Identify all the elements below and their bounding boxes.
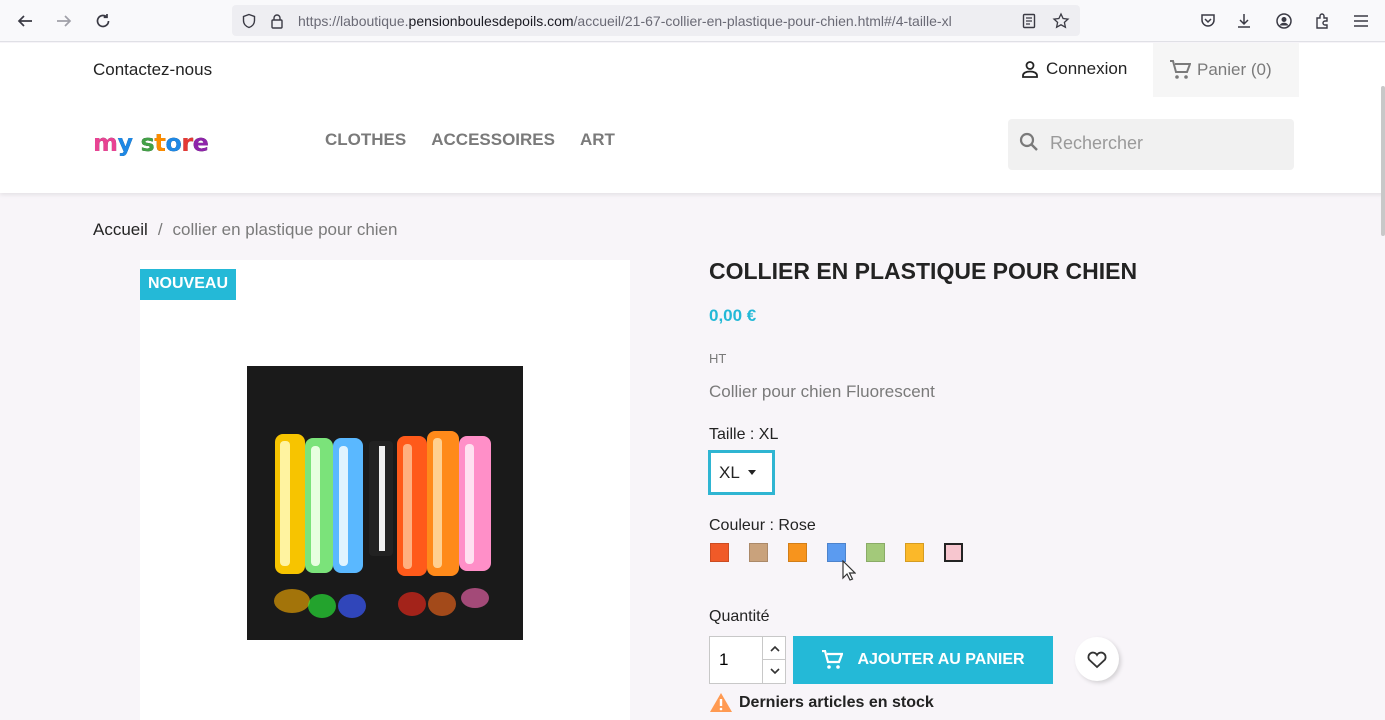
quantity-stepper: [709, 636, 786, 684]
reader-view-icon[interactable]: [1020, 12, 1038, 30]
color-swatch[interactable]: [905, 543, 924, 562]
store-header: Contactez-nous Connexion Panier (0) my s…: [0, 43, 1385, 236]
bookmark-star-icon[interactable]: [1052, 12, 1070, 30]
product-image[interactable]: [247, 366, 523, 640]
contact-link[interactable]: Contactez-nous: [93, 60, 212, 80]
cart-button[interactable]: Panier (0): [1153, 43, 1299, 97]
back-icon[interactable]: [13, 9, 37, 33]
color-swatches: [710, 543, 963, 562]
add-to-cart-button[interactable]: AJOUTER AU PANIER: [793, 636, 1053, 684]
menu-item-accessoires[interactable]: ACCESSOIRES: [431, 130, 555, 150]
warning-icon: [710, 693, 732, 712]
logo-letter: r: [181, 129, 193, 157]
caret-down-icon: [747, 470, 756, 475]
account-icon[interactable]: [1272, 9, 1296, 33]
logo-letter: t: [154, 129, 166, 157]
cart-icon: [822, 650, 844, 669]
color-swatch[interactable]: [944, 543, 963, 562]
stock-notice-text: Derniers articles en stock: [739, 693, 934, 711]
quantity-increase-button[interactable]: [762, 637, 786, 660]
logo-letter: y: [117, 129, 134, 157]
extensions-icon[interactable]: [1310, 9, 1334, 33]
login-link[interactable]: Connexion: [1020, 59, 1127, 79]
download-icon[interactable]: [1232, 9, 1256, 33]
logo-letter: s: [140, 129, 155, 157]
logo-letter: o: [165, 129, 182, 157]
stock-notice: Derniers articles en stock: [709, 692, 934, 713]
size-select[interactable]: XL: [708, 450, 775, 495]
menu-item-art[interactable]: ART: [580, 130, 615, 150]
quantity-input[interactable]: [710, 637, 762, 683]
menu-item-clothes[interactable]: CLOTHES: [325, 130, 406, 150]
color-swatch[interactable]: [749, 543, 768, 562]
breadcrumb: Accueil / collier en plastique pour chie…: [93, 220, 397, 240]
main-menu: CLOTHES ACCESSOIRES ART: [325, 130, 615, 150]
mouse-cursor-icon: [842, 559, 857, 587]
heart-icon: [1087, 651, 1107, 669]
logo-letter: m: [93, 129, 118, 157]
forward-icon[interactable]: [52, 9, 76, 33]
tax-label: HT: [709, 351, 727, 366]
quantity-label: Quantité: [709, 608, 770, 625]
product-description: Collier pour chien Fluorescent: [709, 382, 935, 401]
lock-icon[interactable]: [268, 12, 286, 30]
store-logo[interactable]: my store: [93, 129, 209, 157]
color-label: Couleur : Rose: [709, 517, 816, 534]
chevron-up-icon: [769, 645, 780, 652]
size-label: Taille : XL: [709, 426, 779, 443]
color-swatch[interactable]: [710, 543, 729, 562]
cart-icon: [1170, 60, 1191, 79]
quantity-decrease-button[interactable]: [762, 660, 786, 683]
logo-letter: e: [192, 129, 209, 157]
reload-icon[interactable]: [91, 9, 115, 33]
breadcrumb-current: collier en plastique pour chien: [172, 220, 398, 239]
search-box: [1008, 119, 1294, 170]
browser-toolbar: https://laboutique.pensionboulesdepoils.…: [0, 0, 1385, 42]
color-swatch[interactable]: [788, 543, 807, 562]
shield-icon[interactable]: [240, 12, 258, 30]
search-input[interactable]: [1050, 133, 1280, 154]
search-icon[interactable]: [1018, 131, 1040, 153]
cart-label: Panier (0): [1197, 60, 1272, 79]
logo-letter: [133, 129, 141, 157]
breadcrumb-home[interactable]: Accueil: [93, 220, 148, 240]
url-text[interactable]: https://laboutique.pensionboulesdepoils.…: [298, 13, 1018, 29]
address-bar[interactable]: https://laboutique.pensionboulesdepoils.…: [232, 5, 1080, 36]
login-label: Connexion: [1046, 59, 1128, 78]
menu-icon[interactable]: [1349, 9, 1373, 33]
chevron-down-icon: [769, 668, 780, 675]
product-title: COLLIER EN PLASTIQUE POUR CHIEN: [709, 258, 1138, 284]
page-scrollbar[interactable]: [1381, 86, 1385, 236]
user-icon: [1022, 61, 1038, 78]
product-price: 0,00 €: [709, 306, 757, 325]
add-to-cart-label: AJOUTER AU PANIER: [857, 651, 1025, 668]
color-swatch[interactable]: [866, 543, 885, 562]
pocket-icon[interactable]: [1196, 9, 1220, 33]
size-select-value: XL: [719, 462, 740, 482]
breadcrumb-separator: /: [157, 220, 163, 239]
wishlist-button[interactable]: [1075, 637, 1119, 681]
new-badge: NOUVEAU: [140, 269, 237, 300]
